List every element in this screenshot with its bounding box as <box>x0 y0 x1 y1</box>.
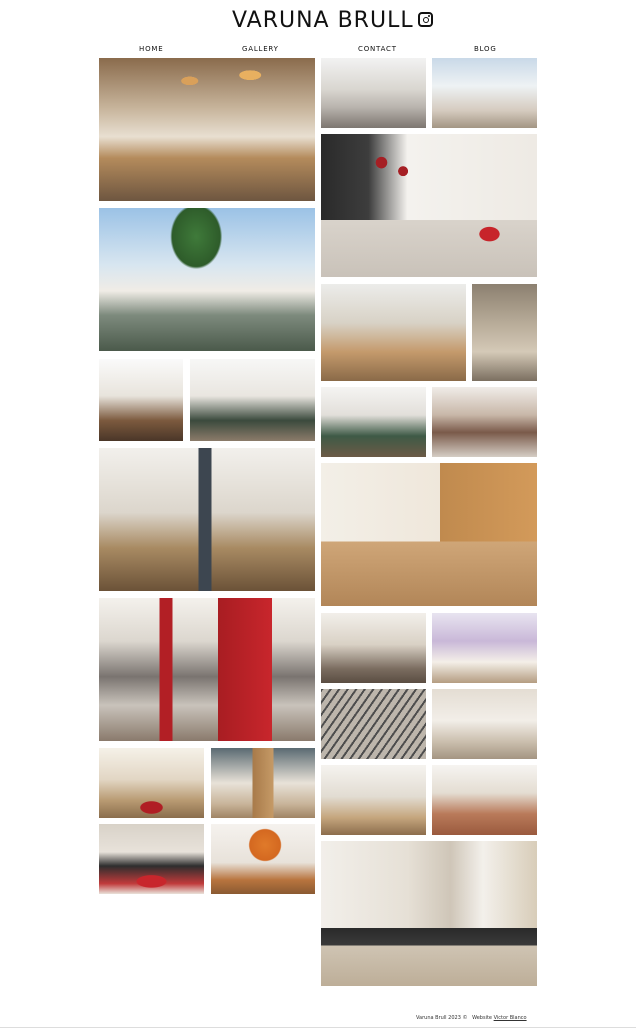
gallery-photo[interactable] <box>432 689 537 759</box>
photo-detail <box>321 134 537 277</box>
nav-contact[interactable]: CONTACT <box>358 45 397 53</box>
footer-copyright: Varuna Brull 2023 © <box>416 1015 468 1021</box>
footer-author-link[interactable]: Victor Blanco <box>494 1015 527 1021</box>
gallery-photo[interactable] <box>321 841 537 986</box>
gallery-photo[interactable] <box>432 387 537 457</box>
gallery-photo[interactable] <box>99 824 204 894</box>
photo-detail <box>321 463 537 606</box>
gallery-photo[interactable] <box>472 284 537 381</box>
gallery-photo[interactable] <box>321 387 426 457</box>
footer: Varuna Brull 2023 © Website Victor Blanc… <box>416 1015 527 1021</box>
nav-gallery[interactable]: GALLERY <box>242 45 279 53</box>
gallery-photo[interactable] <box>321 689 426 759</box>
gallery-photo[interactable] <box>99 598 315 741</box>
gallery-photo[interactable] <box>190 359 315 441</box>
gallery-photo[interactable] <box>99 448 315 591</box>
gallery-photo[interactable] <box>321 284 466 381</box>
nav-home[interactable]: HOME <box>139 45 163 53</box>
gallery-photo[interactable] <box>321 613 426 683</box>
gallery-photo[interactable] <box>432 765 537 835</box>
gallery-photo[interactable] <box>432 613 537 683</box>
gallery-photo[interactable] <box>99 748 204 818</box>
footer-divider <box>0 1027 636 1028</box>
gallery-photo[interactable] <box>321 765 426 835</box>
gallery-photo[interactable] <box>432 58 537 128</box>
nav-blog[interactable]: BLOG <box>474 45 497 53</box>
footer-website-label: Website <box>472 1015 493 1021</box>
site-title[interactable]: VARUNA BRULL <box>232 8 414 33</box>
gallery-photo[interactable] <box>99 208 315 351</box>
instagram-icon[interactable] <box>418 12 433 27</box>
gallery-photo[interactable] <box>321 58 426 128</box>
gallery-photo[interactable] <box>321 463 537 606</box>
gallery-photo[interactable] <box>211 824 315 894</box>
photo-detail <box>321 841 537 986</box>
gallery-photo[interactable] <box>99 359 183 441</box>
gallery-photo[interactable] <box>321 134 537 277</box>
gallery-photo[interactable] <box>211 748 315 818</box>
gallery-photo[interactable] <box>99 58 315 201</box>
